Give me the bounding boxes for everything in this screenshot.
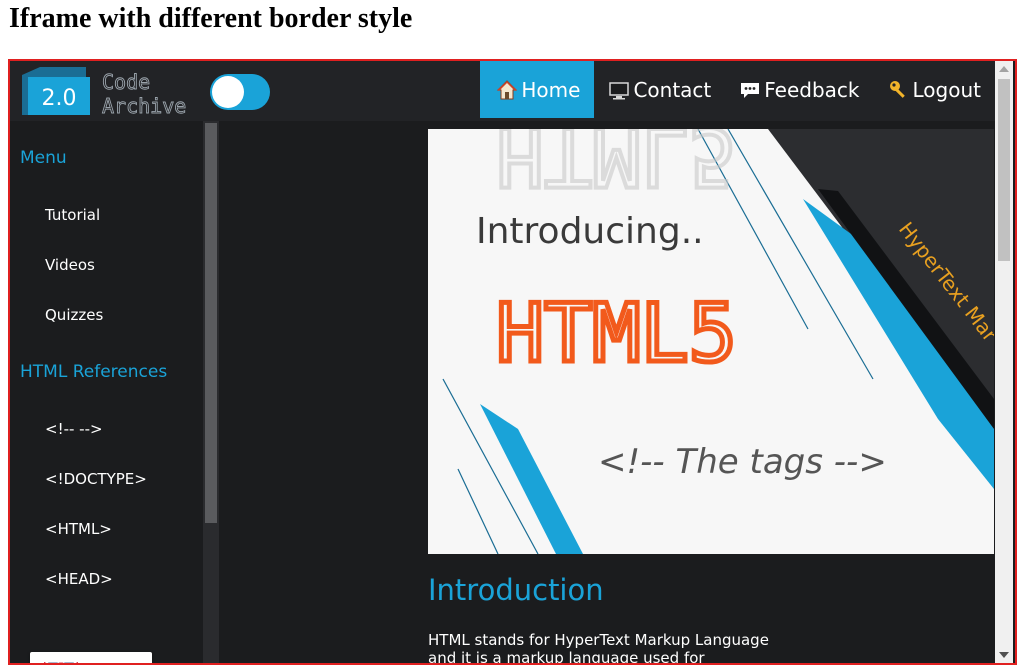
svg-text:Code: Code <box>102 70 150 94</box>
language-code: EN <box>88 663 117 665</box>
nav-label: Home <box>521 77 581 102</box>
key-icon <box>889 80 905 98</box>
nav-label: Contact <box>633 77 712 102</box>
sidebar-scrollbar[interactable] <box>203 121 219 663</box>
intro-heading: Introduction <box>428 573 604 607</box>
sidebar-item-head[interactable]: <HEAD> <box>45 570 113 588</box>
speech-bubble-icon <box>741 82 760 98</box>
sidebar-refs-header: HTML References <box>20 362 168 382</box>
sidebar-menu-header: Menu <box>20 148 67 168</box>
uk-flag-icon <box>44 662 78 663</box>
main-content: Introducing.. HTML5 HTML5 <!-- The tags … <box>219 121 994 663</box>
nav-logout[interactable]: Logout <box>874 61 995 118</box>
svg-text:Archive: Archive <box>102 94 186 118</box>
code-archive-logo[interactable]: 2.0 Code Archive <box>20 63 200 119</box>
sidebar-scroll-thumb[interactable] <box>205 123 217 523</box>
sidebar-item-quizzes[interactable]: Quizzes <box>45 306 103 324</box>
main-nav: Home Contact Feedback Logout <box>480 61 995 121</box>
svg-text:HTML5: HTML5 <box>496 287 737 380</box>
theme-toggle[interactable] <box>210 74 270 110</box>
sidebar-item-comment[interactable]: <!-- --> <box>45 420 103 438</box>
sidebar: Menu Tutorial Videos Quizzes HTML Refere… <box>10 121 203 663</box>
scroll-up-arrow-icon[interactable] <box>999 66 1009 72</box>
home-icon <box>497 79 518 99</box>
html5-banner-image: Introducing.. HTML5 HTML5 <!-- The tags … <box>428 129 994 554</box>
intro-paragraph: HTML stands for HyperText Markup Languag… <box>428 631 769 665</box>
svg-text:HTML5: HTML5 <box>496 129 737 203</box>
nav-contact[interactable]: Contact <box>594 61 725 118</box>
iframe-frame[interactable]: 2.0 Code Archive Home Contact Feedback L… <box>8 59 1017 665</box>
page-title: Iframe with different border style <box>9 3 413 34</box>
svg-text:Introducing..: Introducing.. <box>476 211 704 252</box>
toggle-knob <box>212 76 244 108</box>
nav-label: Logout <box>912 77 981 102</box>
nav-home[interactable]: Home <box>480 61 595 118</box>
iframe-scroll-thumb[interactable] <box>998 79 1010 261</box>
sidebar-item-tutorial[interactable]: Tutorial <box>45 206 100 224</box>
sidebar-item-doctype[interactable]: <!DOCTYPE> <box>45 470 147 488</box>
monitor-icon <box>609 81 630 99</box>
svg-text:2.0: 2.0 <box>42 86 77 111</box>
scroll-down-arrow-icon[interactable] <box>999 652 1009 658</box>
svg-text:<!-- The tags -->: <!-- The tags --> <box>598 442 887 482</box>
sidebar-item-videos[interactable]: Videos <box>45 256 95 274</box>
site-header: 2.0 Code Archive Home Contact Feedback L… <box>10 61 995 121</box>
nav-label: Feedback <box>764 77 860 102</box>
sidebar-item-html[interactable]: <HTML> <box>45 520 112 538</box>
nav-feedback[interactable]: Feedback <box>725 61 873 118</box>
iframe-scrollbar[interactable] <box>995 61 1013 663</box>
language-selector[interactable]: EN <box>30 652 152 665</box>
